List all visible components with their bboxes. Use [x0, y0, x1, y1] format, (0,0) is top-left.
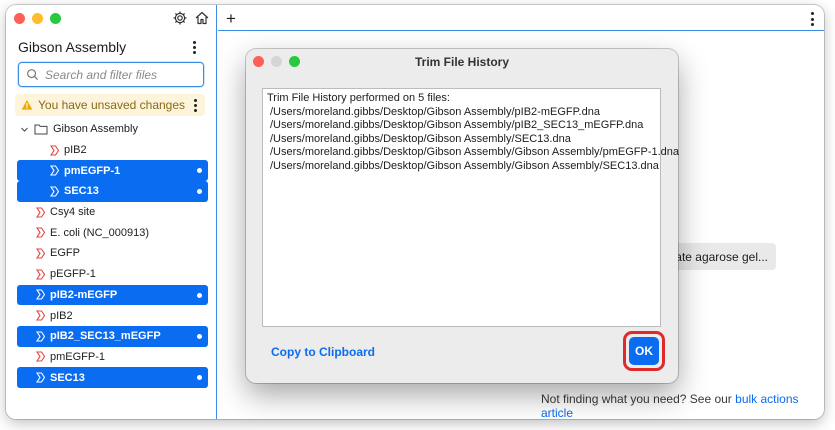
- sidebar-title: Gibson Assembly: [18, 39, 127, 55]
- dna-sequence-icon: [35, 248, 46, 259]
- list-item-label: E. coli (NC_000913): [50, 226, 150, 239]
- list-item-label: pmEGFP-1: [64, 164, 121, 177]
- window-controls: [14, 13, 61, 24]
- list-item-label: Csy4 site: [50, 206, 96, 219]
- help-footer-text: Not finding what you need? See our: [541, 392, 732, 406]
- list-item[interactable]: EGFP: [6, 243, 217, 264]
- log-line: /Users/moreland.gibbs/Desktop/Gibson Ass…: [270, 119, 644, 131]
- warning-more-button[interactable]: [192, 97, 198, 113]
- list-item[interactable]: pIB2-mEGFP: [17, 284, 208, 306]
- sidebar-toolbar: [172, 10, 210, 26]
- list-item-label: pIB2: [50, 309, 73, 322]
- list-item[interactable]: SEC13: [17, 181, 208, 202]
- chevron-down-icon[interactable]: [20, 125, 29, 134]
- modified-dot: [197, 333, 202, 339]
- simulate-agarose-gel-button[interactable]: ate agarose gel...: [674, 243, 776, 270]
- log-line: /Users/moreland.gibbs/Desktop/Gibson Ass…: [270, 105, 600, 118]
- log-header: Trim File History performed on 5 files:: [267, 92, 450, 104]
- dialog-log-text: Trim File History performed on 5 files: …: [262, 88, 680, 327]
- home-icon[interactable]: [194, 10, 210, 26]
- list-item[interactable]: pIB2_SEC13_mEGFP: [17, 325, 208, 347]
- list-item[interactable]: E. coli (NC_000913): [6, 222, 217, 243]
- help-footer: Not finding what you need? See our bulk …: [541, 392, 824, 419]
- list-item[interactable]: pmEGFP-1: [17, 160, 208, 182]
- list-item-label: SEC13: [64, 185, 99, 198]
- list-item[interactable]: pIB2: [6, 305, 217, 326]
- list-item-label: EGFP: [50, 247, 80, 260]
- dna-sequence-icon: [49, 144, 60, 156]
- folder-icon: [34, 124, 48, 135]
- main-more-button[interactable]: [810, 12, 814, 26]
- list-item[interactable]: SEC13: [17, 367, 208, 388]
- modified-dot: [197, 375, 202, 381]
- dialog-title: Trim File History: [414, 55, 510, 69]
- search-input[interactable]: [45, 67, 195, 82]
- list-item[interactable]: pmEGFP-1: [6, 347, 217, 368]
- modified-dot: [197, 292, 202, 298]
- list-item-label: SEC13: [50, 371, 85, 384]
- dna-sequence-icon: [35, 331, 46, 342]
- log-line: /Users/moreland.gibbs/Desktop/Gibson Ass…: [270, 159, 659, 172]
- sidebar-more-button[interactable]: [188, 39, 200, 55]
- list-item[interactable]: pIB2: [6, 140, 217, 161]
- list-item-label: pmEGFP-1: [50, 350, 106, 363]
- modified-dot: [197, 168, 202, 174]
- zoom-window-button[interactable]: [50, 13, 61, 24]
- file-tree: Gibson Assembly pIB2 pmEGFP-1 SEC13 Csy4…: [6, 119, 217, 388]
- list-item-label: pIB2: [64, 144, 87, 157]
- dna-sequence-icon: [35, 289, 46, 300]
- search-icon: [27, 69, 39, 81]
- list-item[interactable]: pEGFP-1: [6, 264, 217, 285]
- dna-sequence-icon: [49, 165, 60, 176]
- list-item[interactable]: Csy4 site: [6, 202, 217, 223]
- unsaved-changes-banner: You have unsaved changes: [15, 94, 205, 116]
- new-tab-button[interactable]: +: [226, 9, 236, 29]
- dna-sequence-icon: [35, 227, 46, 238]
- minimize-window-button[interactable]: [32, 13, 43, 24]
- close-window-button[interactable]: [14, 13, 25, 24]
- modified-dot: [197, 189, 202, 195]
- tab-bar-divider: [218, 30, 824, 31]
- dna-sequence-icon: [35, 310, 46, 321]
- dna-sequence-icon: [35, 351, 46, 362]
- list-item-label: pIB2_SEC13_mEGFP: [50, 330, 161, 343]
- dna-sequence-icon: [49, 186, 60, 197]
- list-item-label: pIB2-mEGFP: [50, 288, 118, 301]
- list-item-label: pEGFP-1: [50, 268, 96, 281]
- search-field[interactable]: [18, 62, 204, 87]
- warning-text: You have unsaved changes: [38, 98, 186, 112]
- log-line: /Users/moreland.gibbs/Desktop/Gibson Ass…: [270, 146, 680, 158]
- warning-icon: [21, 100, 33, 110]
- sidebar: Gibson Assembly You have unsaved changes…: [6, 5, 217, 419]
- ok-button[interactable]: OK: [629, 337, 659, 365]
- tree-folder-label: Gibson Assembly: [53, 123, 138, 136]
- dna-sequence-icon: [35, 207, 46, 218]
- tree-folder[interactable]: Gibson Assembly: [6, 119, 217, 140]
- dna-sequence-icon: [35, 372, 46, 383]
- dna-sequence-icon: [35, 269, 46, 280]
- copy-to-clipboard-button[interactable]: Copy to Clipboard: [271, 345, 375, 359]
- trim-file-history-dialog: Trim File History Trim File History perf…: [246, 49, 680, 383]
- gear-icon[interactable]: [172, 10, 188, 26]
- log-line: /Users/moreland.gibbs/Desktop/Gibson Ass…: [270, 132, 571, 145]
